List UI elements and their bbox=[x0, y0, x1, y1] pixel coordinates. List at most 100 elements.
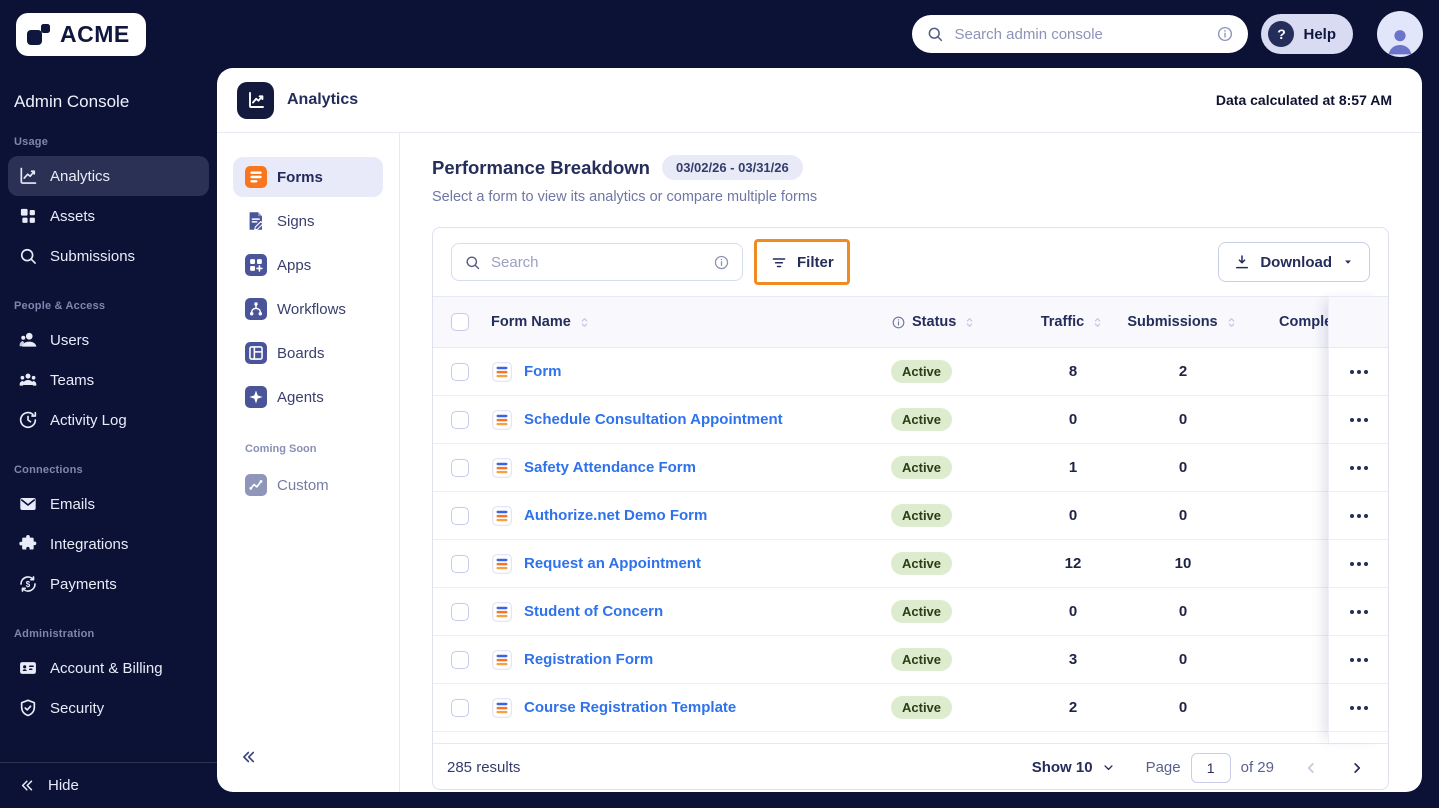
sidebar-item-users[interactable]: Users bbox=[8, 320, 209, 360]
row-actions-button[interactable] bbox=[1344, 652, 1374, 668]
sort-icon[interactable] bbox=[1224, 315, 1239, 330]
show-per-page-dropdown[interactable]: Show 10 bbox=[1032, 759, 1116, 776]
filter-button[interactable]: Filter bbox=[754, 239, 850, 285]
table-row: Safety Attendance Form Active 1 0 bbox=[433, 444, 1388, 492]
sidebar-item-label: Analytics bbox=[50, 167, 111, 185]
sidebar-item-submissions[interactable]: Submissions bbox=[8, 236, 209, 276]
help-button[interactable]: ? Help bbox=[1261, 14, 1353, 54]
row-checkbox[interactable] bbox=[451, 650, 469, 669]
sort-icon[interactable] bbox=[577, 315, 592, 330]
row-actions-button[interactable] bbox=[1344, 604, 1374, 620]
form-doc-icon bbox=[491, 553, 513, 575]
puzzle-icon bbox=[18, 534, 38, 554]
status-cell: Active bbox=[883, 360, 1033, 383]
select-all-checkbox[interactable] bbox=[451, 313, 469, 331]
sidebar-item-activity-log[interactable]: Activity Log bbox=[8, 400, 209, 440]
product-nav-item-apps[interactable]: Apps bbox=[233, 245, 383, 285]
form-name-link[interactable]: Student of Concern bbox=[524, 603, 663, 620]
product-nav-item-workflows[interactable]: Workflows bbox=[233, 289, 383, 329]
help-label: Help bbox=[1303, 25, 1336, 43]
card-body: Forms Signs Apps Workflows Boards Agents Comi… bbox=[217, 133, 1422, 792]
product-nav-item-agents[interactable]: Agents bbox=[233, 377, 383, 417]
column-header-form-name[interactable]: Form Name bbox=[491, 314, 883, 330]
collapse-product-nav-button[interactable] bbox=[239, 748, 257, 766]
row-checkbox[interactable] bbox=[451, 506, 469, 525]
product-nav-item-forms[interactable]: Forms bbox=[233, 157, 383, 197]
sidebar-item-analytics[interactable]: Analytics bbox=[8, 156, 209, 196]
table-search-input[interactable] bbox=[491, 253, 703, 271]
product-nav-item-signs[interactable]: Signs bbox=[233, 201, 383, 241]
row-actions-cell bbox=[1329, 540, 1388, 588]
row-actions-button[interactable] bbox=[1344, 556, 1374, 572]
activity-clock-icon bbox=[18, 410, 38, 430]
forms-icon bbox=[245, 166, 267, 188]
sort-icon[interactable] bbox=[1090, 315, 1105, 330]
row-actions-button[interactable] bbox=[1344, 508, 1374, 524]
table-search[interactable] bbox=[451, 243, 743, 281]
admin-search-input[interactable] bbox=[954, 25, 1207, 43]
status-cell: Active bbox=[883, 456, 1033, 479]
sidebar-item-payments[interactable]: $ Payments bbox=[8, 564, 209, 604]
product-nav-label: Agents bbox=[277, 388, 324, 406]
status-badge: Active bbox=[891, 408, 953, 431]
status-cell: Active bbox=[883, 648, 1033, 671]
billing-card-icon bbox=[18, 658, 38, 678]
status-badge: Active bbox=[891, 456, 953, 479]
apps-icon bbox=[245, 254, 267, 276]
acme-logo[interactable]: ACME bbox=[16, 12, 146, 56]
form-name-link[interactable]: Course Registration Template bbox=[524, 699, 736, 716]
product-nav-label: Custom bbox=[277, 476, 329, 494]
row-checkbox[interactable] bbox=[451, 698, 469, 717]
partial-row bbox=[433, 732, 1388, 743]
row-checkbox[interactable] bbox=[451, 554, 469, 573]
forms-table-panel: Filter Download Form Name bbox=[432, 227, 1389, 790]
form-name-cell: Authorize.net Demo Form bbox=[491, 505, 883, 527]
form-name-link[interactable]: Safety Attendance Form bbox=[524, 459, 696, 476]
row-actions-button[interactable] bbox=[1344, 700, 1374, 716]
page-number-input[interactable] bbox=[1190, 752, 1231, 783]
product-nav-label: Signs bbox=[277, 212, 315, 230]
status-badge: Active bbox=[891, 360, 953, 383]
row-actions-button[interactable] bbox=[1344, 460, 1374, 476]
next-page-button[interactable] bbox=[1348, 759, 1366, 777]
sidebar-item-teams[interactable]: Teams bbox=[8, 360, 209, 400]
form-name-link[interactable]: Authorize.net Demo Form bbox=[524, 507, 707, 524]
sidebar-item-assets[interactable]: Assets bbox=[8, 196, 209, 236]
date-range-chip[interactable]: 03/02/26 - 03/31/26 bbox=[661, 155, 803, 180]
row-checkbox[interactable] bbox=[451, 362, 469, 381]
sidebar-item-account-billing[interactable]: Account & Billing bbox=[8, 648, 209, 688]
card-header: Analytics Data calculated at 8:57 AM bbox=[217, 68, 1422, 133]
sort-icon[interactable] bbox=[962, 315, 977, 330]
product-nav-item-boards[interactable]: Boards bbox=[233, 333, 383, 373]
table-toolbar: Filter Download bbox=[433, 228, 1388, 296]
download-button[interactable]: Download bbox=[1218, 242, 1370, 282]
column-header-submissions[interactable]: Submissions bbox=[1113, 314, 1253, 330]
column-header-traffic[interactable]: Traffic bbox=[1033, 314, 1113, 330]
app-root: ACME ? Help Admin Console Usage Analytics… bbox=[0, 0, 1439, 808]
form-name-link[interactable]: Form bbox=[524, 363, 562, 380]
row-checkbox[interactable] bbox=[451, 458, 469, 477]
status-badge: Active bbox=[891, 552, 953, 575]
form-name-link[interactable]: Schedule Consultation Appointment bbox=[524, 411, 783, 428]
sidebar-item-security[interactable]: Security bbox=[8, 688, 209, 728]
column-header-status[interactable]: Status bbox=[883, 314, 1033, 330]
sidebar-item-emails[interactable]: Emails bbox=[8, 484, 209, 524]
of-pages-label: of 29 bbox=[1240, 759, 1274, 776]
pinned-header bbox=[1329, 296, 1388, 348]
sidebar-item-integrations[interactable]: Integrations bbox=[8, 524, 209, 564]
search-icon bbox=[466, 255, 480, 269]
download-label: Download bbox=[1260, 253, 1332, 271]
sidebar-section-label: People & Access bbox=[14, 300, 106, 312]
admin-search[interactable] bbox=[912, 15, 1249, 53]
previous-page-button[interactable] bbox=[1302, 759, 1320, 777]
hide-sidebar-button[interactable]: Hide bbox=[0, 762, 217, 808]
status-badge: Active bbox=[891, 648, 953, 671]
row-checkbox[interactable] bbox=[451, 602, 469, 621]
table-row: Course Registration Template Active 2 0 bbox=[433, 684, 1388, 732]
row-actions-button[interactable] bbox=[1344, 412, 1374, 428]
avatar[interactable] bbox=[1377, 11, 1423, 57]
form-name-link[interactable]: Registration Form bbox=[524, 651, 653, 668]
form-name-link[interactable]: Request an Appointment bbox=[524, 555, 701, 572]
row-actions-button[interactable] bbox=[1344, 364, 1374, 380]
row-checkbox[interactable] bbox=[451, 410, 469, 429]
